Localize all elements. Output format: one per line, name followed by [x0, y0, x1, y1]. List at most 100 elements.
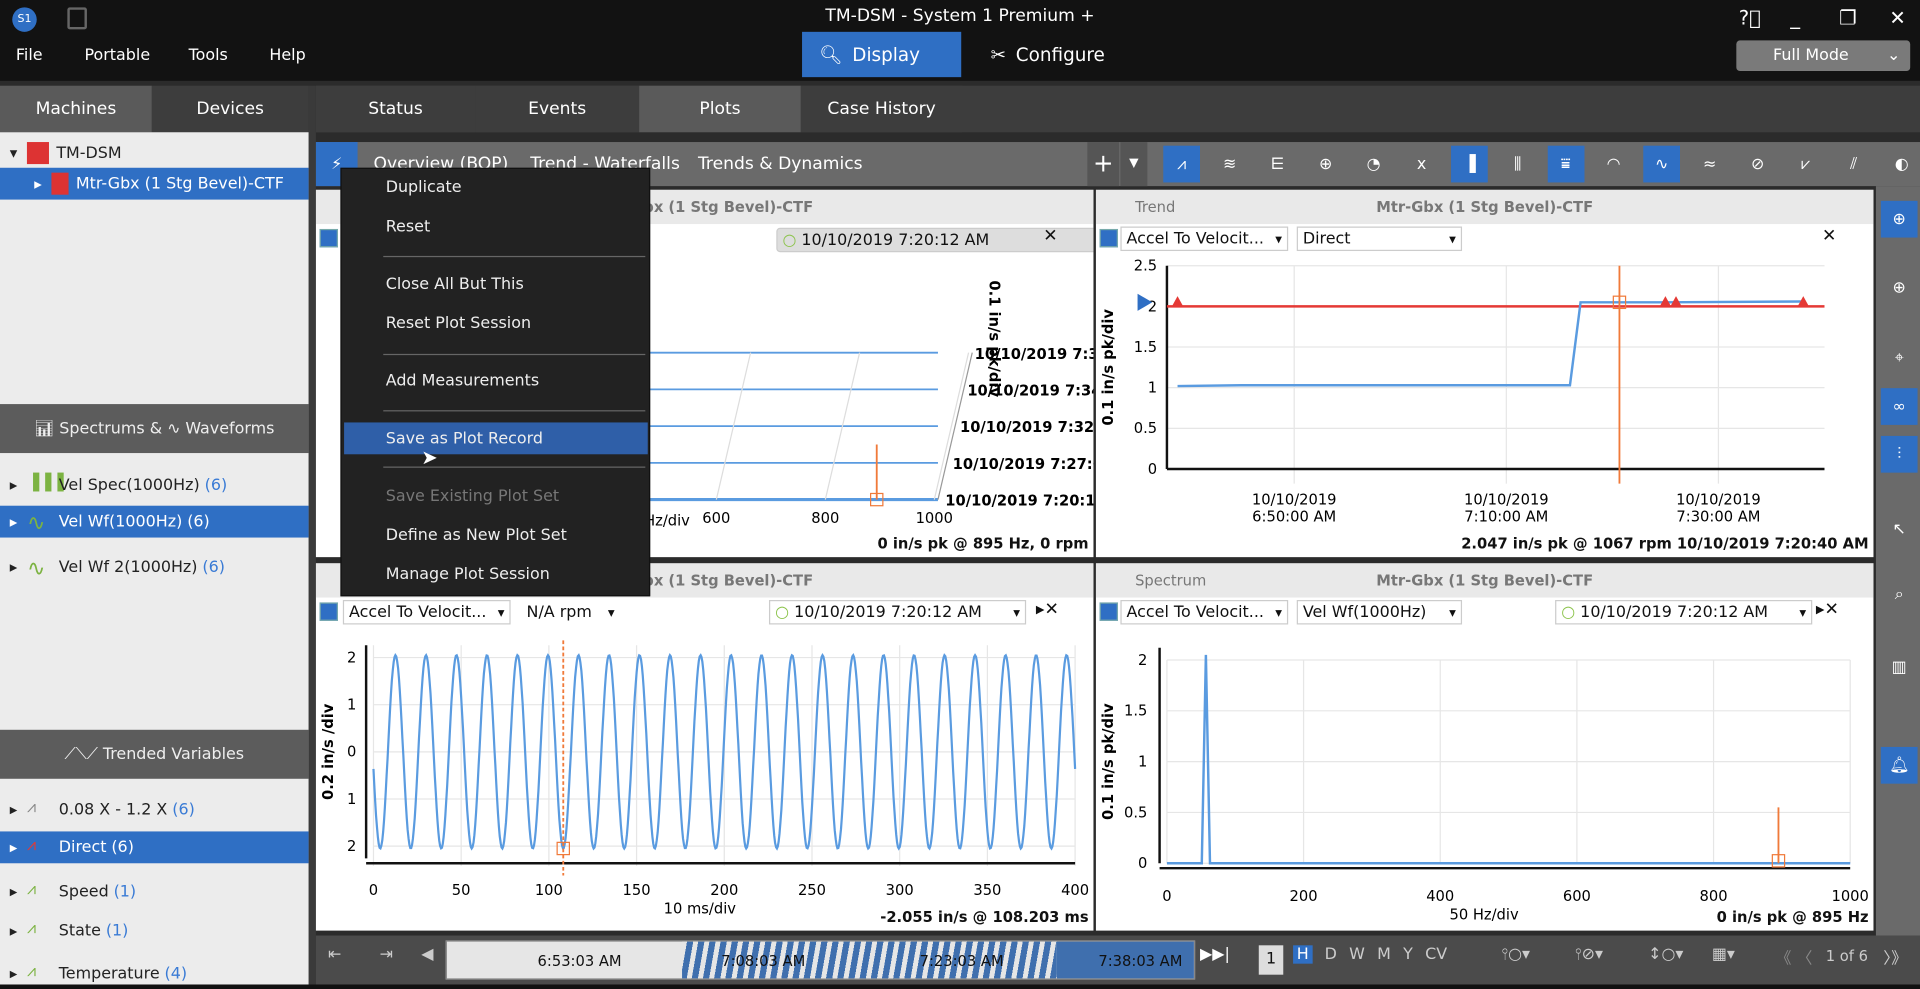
menu-file[interactable]: File: [16, 47, 43, 65]
shift-left-icon[interactable]: ⇤: [328, 945, 341, 963]
source-select[interactable]: Accel To Velocit...: [342, 600, 511, 625]
list-item-vel-spec[interactable]: ▶ ▐▐▐ Vel Spec(1000Hz) (6): [0, 469, 309, 501]
cascade-icon[interactable]: ⩸: [1547, 145, 1584, 183]
spectrums-waveforms-header[interactable]: 📊︎ Spectrums & ∿ Waveforms: [0, 404, 309, 454]
cursor-a-icon[interactable]: ⊕: [1880, 200, 1918, 238]
alarm-bell-icon[interactable]: 🔔︎: [1880, 746, 1918, 784]
orbit-icon[interactable]: ◠: [1595, 146, 1632, 183]
range-cv[interactable]: CV: [1425, 945, 1447, 963]
menu-item-reset-plot-session[interactable]: Reset Plot Session: [344, 307, 648, 339]
menu-item-define-new-plot-set[interactable]: Define as New Plot Set: [344, 519, 648, 551]
panel-splitter[interactable]: [308, 85, 316, 985]
cursor-move-icon[interactable]: ↕○▾: [1648, 945, 1683, 963]
timeline-page[interactable]: 1: [1258, 945, 1284, 975]
range-w[interactable]: W: [1349, 945, 1365, 963]
shaft-centerline-icon[interactable]: ⊘: [1739, 146, 1776, 183]
waterfall-trend-icon[interactable]: ⋿: [1259, 146, 1296, 183]
page-next-icon[interactable]: 〉》: [1883, 945, 1907, 968]
xy-icon[interactable]: ⅹ: [1403, 146, 1440, 183]
list-item-0-08x-1-2x[interactable]: ▶ ⩘ 0.08 X - 1.2 X (6): [0, 793, 309, 825]
range-h[interactable]: H: [1293, 945, 1313, 964]
range-d[interactable]: D: [1325, 945, 1337, 963]
plot-tab-trends-dynamics[interactable]: Trends & Dynamics: [698, 154, 863, 174]
menu-tools[interactable]: Tools: [189, 47, 228, 65]
plot-type-icon[interactable]: [319, 602, 338, 621]
menu-item-reset[interactable]: Reset: [344, 211, 648, 243]
tree-item-mtr-gbx[interactable]: ▶ Mtr-Gbx (1 Stg Bevel)-CTF: [0, 167, 309, 200]
cursor-marker-icon[interactable]: ⌖: [1881, 339, 1918, 376]
list-item-state[interactable]: ▶ ⩘ State (1): [0, 915, 309, 947]
cursor-options-icon[interactable]: ⫯○▾: [1501, 945, 1530, 963]
tab-devices[interactable]: Devices: [151, 85, 309, 133]
select-icon[interactable]: ↖: [1881, 511, 1918, 548]
cursor-b-icon[interactable]: ⊕: [1881, 269, 1918, 306]
help-icon[interactable]: ?⃝: [1739, 6, 1761, 29]
menu-item-manage-plot-session[interactable]: Manage Plot Session: [344, 558, 648, 590]
list-item-speed[interactable]: ▶ ⩘ Speed (1): [0, 876, 309, 908]
plot-type-icon[interactable]: [1099, 602, 1118, 621]
configure-mode-button[interactable]: ✂ Configure: [973, 32, 1120, 77]
menu-help[interactable]: Help: [269, 47, 305, 65]
list-item-direct[interactable]: ▶ ⩘ Direct (6): [0, 831, 309, 864]
expand-arrow-icon[interactable]: ▼: [10, 148, 22, 159]
speed-select[interactable]: N/A rpm: [521, 600, 620, 625]
timeline-prev-icon[interactable]: ◀: [421, 945, 433, 963]
waveform-chart[interactable]: 2 1 0 1 2 0 50 100 150 200 250 300 350 400 0.2 in/s /d…: [316, 624, 1094, 930]
list-item-temperature[interactable]: ▶ ⩘ Temperature (4): [0, 958, 309, 989]
variable-select[interactable]: Direct: [1296, 226, 1463, 252]
menu-item-duplicate[interactable]: Duplicate: [344, 171, 648, 203]
spectrum-chart[interactable]: 0 0.5 1 1.5 2 0 200 400 600 800 1000 0.1 in/s pk/di…: [1096, 624, 1874, 930]
timeline-next-icon[interactable]: ▶▶|: [1200, 945, 1230, 963]
zoom-icon[interactable]: ⌕: [1881, 576, 1918, 613]
timestamp-select[interactable]: ○ 10/10/2019 7:20:12 AM: [768, 600, 1027, 625]
multi-waveform-icon[interactable]: ⫽: [1835, 146, 1872, 183]
display-mode-button[interactable]: 🔍︎ Display: [802, 31, 962, 78]
dual-cursor-icon[interactable]: ∞: [1880, 388, 1918, 425]
list-item-vel-wf-2[interactable]: ▶ ∿ Vel Wf 2(1000Hz) (6): [0, 551, 309, 583]
tab-machines[interactable]: Machines: [0, 85, 152, 133]
trended-variables-header[interactable]: ⟋⟍⟋ Trended Variables: [0, 729, 309, 779]
plot-type-icon[interactable]: [1099, 228, 1118, 248]
source-select[interactable]: Accel To Velocit...: [1120, 226, 1289, 252]
page-first-icon[interactable]: 《 〈: [1776, 945, 1813, 968]
full-mode-select[interactable]: Full Mode ⌄: [1736, 40, 1911, 72]
list-item-vel-wf[interactable]: ▶ ∿ Vel Wf(1000Hz) (6): [0, 505, 309, 538]
minimize-button[interactable]: _: [1790, 6, 1800, 29]
close-plot-button[interactable]: ▸✕: [1036, 600, 1059, 620]
waveform-icon[interactable]: ∿: [1643, 145, 1681, 183]
timestamp-select[interactable]: ○ 10/10/2019 7:20:12 AM: [1555, 600, 1813, 625]
multi-trend-icon[interactable]: ≋: [1211, 146, 1248, 183]
menu-item-add-measurements[interactable]: Add Measurements: [344, 365, 648, 397]
trend-icon[interactable]: ⩘: [1163, 145, 1201, 183]
tab-plots[interactable]: Plots: [639, 85, 801, 133]
scale-icon[interactable]: ▥: [1881, 649, 1918, 686]
full-spectrum-icon[interactable]: ⫼: [1499, 146, 1536, 183]
tab-events[interactable]: Events: [475, 85, 640, 133]
polar-icon[interactable]: ⊕: [1307, 146, 1344, 183]
spectrum-icon[interactable]: ▐: [1451, 145, 1488, 183]
tab-case-history[interactable]: Case History: [800, 85, 963, 133]
timeline-scrubber[interactable]: 6:53:03 AM 7:08:03 AM 7:23:03 AM 7:38:03…: [445, 940, 1196, 980]
source-select[interactable]: Accel To Velocit...: [1120, 600, 1289, 625]
bode-icon[interactable]: ◔: [1355, 146, 1392, 183]
plot-plus-icon[interactable]: ⩗: [1787, 146, 1824, 183]
menu-item-save-as-plot-record[interactable]: Save as Plot Record: [344, 422, 648, 455]
expand-arrow-icon[interactable]: ▶: [34, 178, 46, 189]
menu-portable[interactable]: Portable: [84, 47, 150, 65]
plot-menu-dropdown[interactable]: ▼: [1120, 142, 1148, 187]
tab-status[interactable]: Status: [315, 85, 476, 133]
dial-icon[interactable]: ◐: [1883, 146, 1920, 183]
variable-select[interactable]: Vel Wf(1000Hz): [1296, 600, 1463, 625]
restore-button[interactable]: ❐: [1839, 6, 1857, 29]
plot-type-icon[interactable]: [319, 228, 338, 248]
cursor-plot-icon[interactable]: ⫶: [1880, 435, 1918, 473]
close-plot-button[interactable]: ✕: [1822, 227, 1836, 247]
close-plot-button[interactable]: ✕: [1043, 227, 1057, 247]
trend-chart[interactable]: 00.511.522.510/10/20196:50:00 AM10/10/20…: [1096, 251, 1874, 535]
cursor-off-icon[interactable]: ⫯⊘▾: [1575, 945, 1603, 963]
timebase-icon[interactable]: ≈: [1691, 146, 1728, 183]
layout-grid-icon[interactable]: ▦▾: [1712, 945, 1735, 963]
range-y[interactable]: Y: [1403, 945, 1413, 963]
close-plot-button[interactable]: ▸✕: [1816, 600, 1839, 620]
shift-right-icon[interactable]: ⇥: [380, 945, 393, 963]
